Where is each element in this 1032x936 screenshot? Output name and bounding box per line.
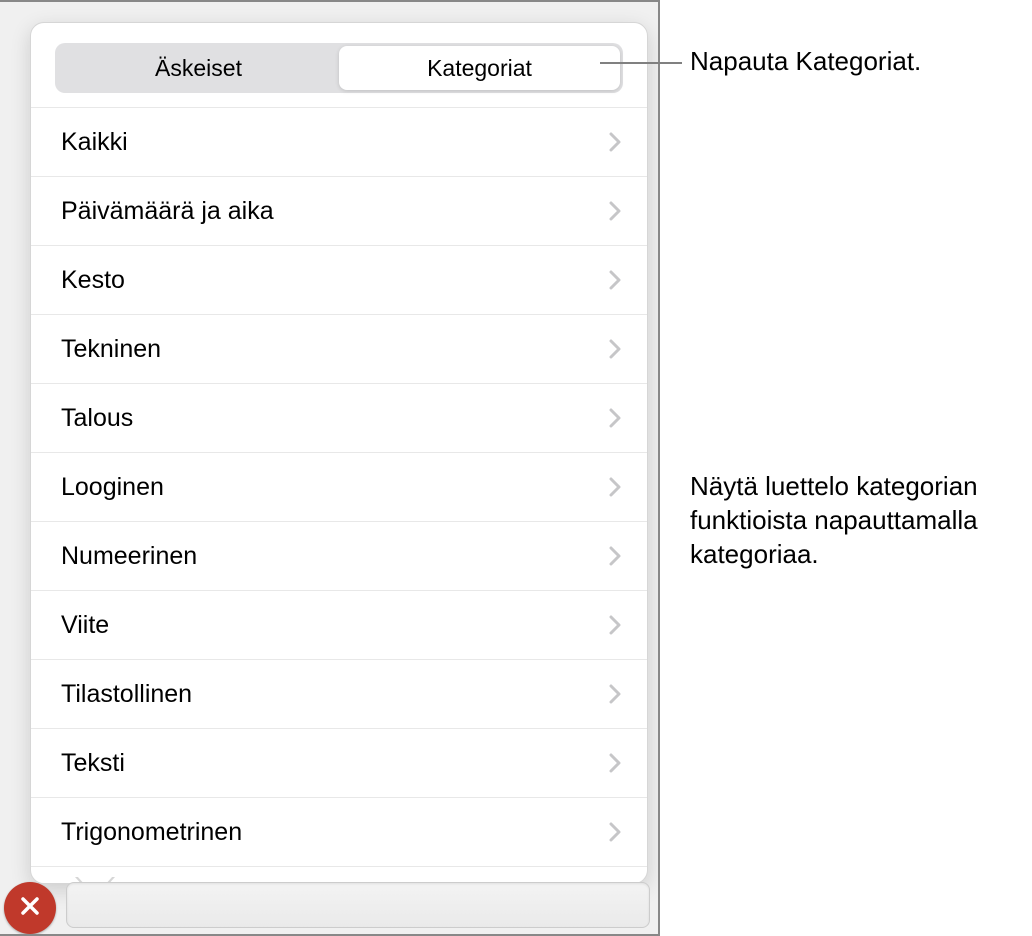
- chevron-right-icon: [609, 546, 621, 566]
- chevron-right-icon: [609, 339, 621, 359]
- chevron-right-icon: [609, 477, 621, 497]
- close-button[interactable]: [4, 882, 56, 934]
- chevron-right-icon: [609, 684, 621, 704]
- tab-categories-label: Kategoriat: [427, 55, 532, 82]
- category-item-statistical[interactable]: Tilastollinen: [31, 660, 647, 729]
- category-label: Numeerinen: [61, 542, 197, 571]
- chevron-right-icon: [609, 615, 621, 635]
- category-item-numeric[interactable]: Numeerinen: [31, 522, 647, 591]
- callout-leader-line: [600, 62, 682, 64]
- category-item-all[interactable]: Kaikki: [31, 108, 647, 177]
- category-item-reference[interactable]: Viite: [31, 591, 647, 660]
- category-label: Talous: [61, 404, 133, 433]
- categories-popover: Äskeiset Kategoriat Kaikki Päivämäärä ja…: [30, 22, 648, 884]
- category-label: Tekninen: [61, 335, 161, 364]
- app-container: Äskeiset Kategoriat Kaikki Päivämäärä ja…: [0, 0, 660, 936]
- category-item-text[interactable]: Teksti: [31, 729, 647, 798]
- callout-tap-categories: Napauta Kategoriat.: [690, 45, 921, 79]
- category-label: Trigonometrinen: [61, 818, 242, 847]
- category-label: Päivämäärä ja aika: [61, 197, 274, 226]
- tab-recent[interactable]: Äskeiset: [58, 46, 339, 90]
- chevron-right-icon: [609, 270, 621, 290]
- chevron-right-icon: [609, 132, 621, 152]
- category-item-financial[interactable]: Talous: [31, 384, 647, 453]
- chevron-right-icon: [609, 408, 621, 428]
- category-item-trigonometric[interactable]: Trigonometrinen: [31, 798, 647, 867]
- callout-tap-category-list: Näytä luettelo kategorian funktioista na…: [690, 470, 1020, 571]
- tab-recent-label: Äskeiset: [155, 55, 242, 82]
- category-label: Teksti: [61, 749, 125, 778]
- category-item-date-time[interactable]: Päivämäärä ja aika: [31, 177, 647, 246]
- chevron-right-icon: [609, 753, 621, 773]
- category-item-engineering[interactable]: Tekninen: [31, 315, 647, 384]
- category-item-duration[interactable]: Kesto: [31, 246, 647, 315]
- chevron-right-icon: [609, 822, 621, 842]
- category-list: Kaikki Päivämäärä ja aika Kesto Tekninen: [31, 107, 647, 867]
- chevron-right-icon: [609, 201, 621, 221]
- category-label: Kaikki: [61, 128, 128, 157]
- category-label: Looginen: [61, 473, 164, 502]
- category-item-logical[interactable]: Looginen: [31, 453, 647, 522]
- category-label: Tilastollinen: [61, 680, 192, 709]
- category-label: Viite: [61, 611, 109, 640]
- tab-categories[interactable]: Kategoriat: [339, 46, 620, 90]
- segmented-control: Äskeiset Kategoriat: [55, 43, 623, 93]
- close-icon: [19, 895, 41, 922]
- category-label: Kesto: [61, 266, 125, 295]
- formula-bar[interactable]: [66, 882, 650, 928]
